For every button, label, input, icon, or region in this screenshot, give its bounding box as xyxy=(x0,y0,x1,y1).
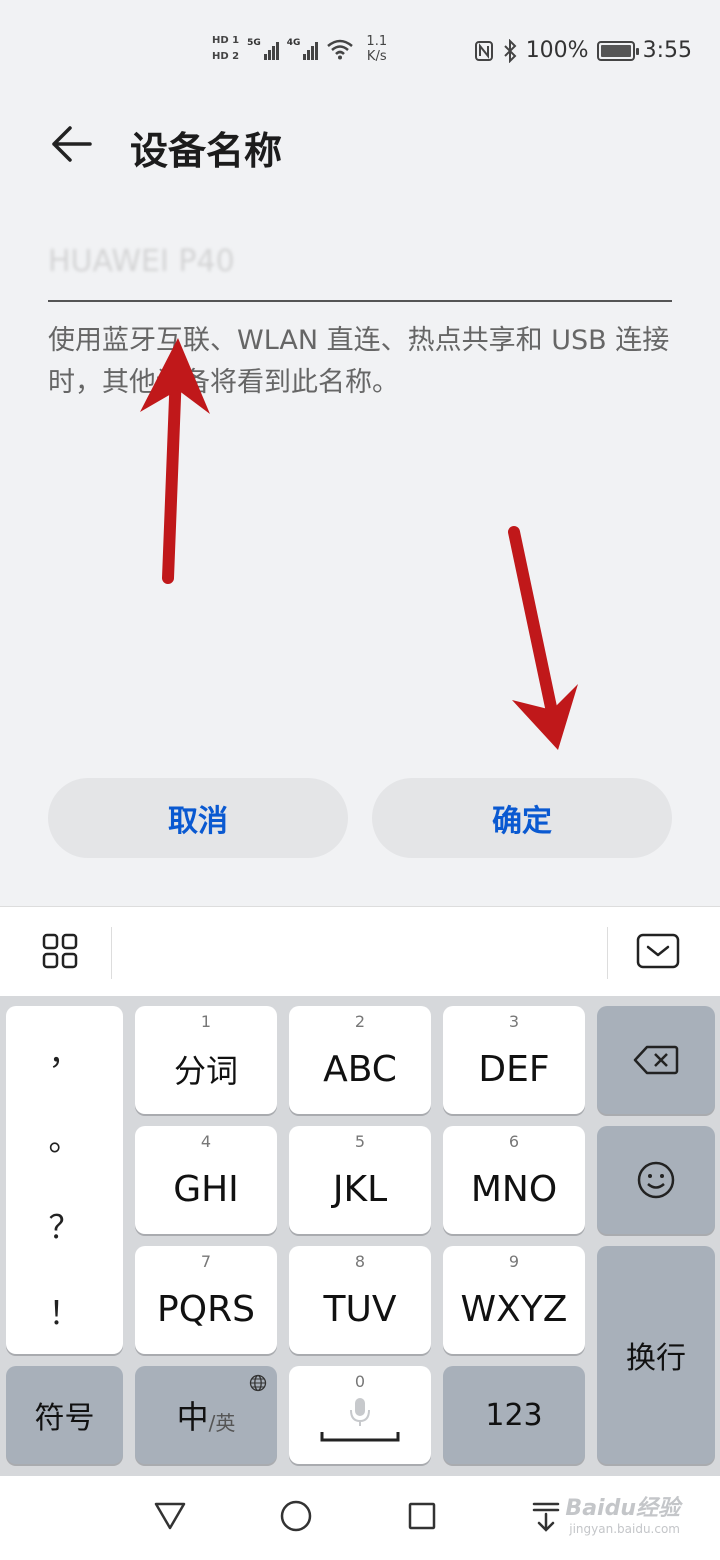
navigation-bar: Baidu经验 jingyan.baidu.com xyxy=(0,1476,720,1560)
keyboard: ， 。 ？ ！ 1 分词 2 ABC 3 DEF 4 GHI 5 JKL 6 MNO 7P xyxy=(0,996,720,1476)
backspace-key[interactable] xyxy=(597,1006,715,1114)
hint-text: 使用蓝牙互联、WLAN 直连、热点共享和 USB 连接时，其他设备将看到此名称。 xyxy=(48,325,670,398)
battery-percent: 100% xyxy=(525,38,589,63)
punct-question-key[interactable]: ？ xyxy=(6,1202,123,1248)
page-title: 设备名称 xyxy=(130,129,283,173)
sim1-badge: HD 1 xyxy=(212,35,240,46)
symbols-key[interactable]: 符号 xyxy=(6,1366,123,1464)
punct-exclaim-key[interactable]: ！ xyxy=(6,1288,123,1334)
status-left: HD 1 HD 2 5G 4G 1.1 K/s xyxy=(212,34,387,64)
numeric-mode-key[interactable]: 123 xyxy=(443,1366,585,1464)
signal-5g-icon: 5G xyxy=(247,38,279,60)
key-1[interactable]: 1 分词 xyxy=(135,1006,277,1114)
watermark: Baidu经验 jingyan.baidu.com xyxy=(565,1496,680,1536)
key-8[interactable]: 8 TUV xyxy=(289,1246,431,1354)
smiley-icon xyxy=(637,1161,675,1199)
lang-sub-label: /英 xyxy=(208,1410,236,1435)
keyboard-menu-grid-icon[interactable] xyxy=(42,933,78,969)
clock: 3:55 xyxy=(642,38,692,63)
toolbar-divider xyxy=(111,927,112,979)
key-7[interactable]: 7 PQRS xyxy=(135,1246,277,1354)
language-switch-key[interactable]: 中/英 xyxy=(135,1366,277,1464)
nav-recents-icon[interactable] xyxy=(402,1496,442,1536)
symbols-key-label: 符号 xyxy=(34,1401,95,1436)
microphone-icon xyxy=(350,1398,370,1426)
device-name-value[interactable]: HUAWEI P40 xyxy=(48,232,672,282)
key-4[interactable]: 4 GHI xyxy=(135,1126,277,1234)
app-header: 设备名称 xyxy=(0,100,720,190)
annotation-arrow-down xyxy=(508,526,578,750)
network-speed: 1.1 K/s xyxy=(366,34,388,64)
punct-period-key[interactable]: 。 xyxy=(6,1114,123,1160)
space-bar-icon xyxy=(320,1432,400,1442)
key-3[interactable]: 3 DEF xyxy=(443,1006,585,1114)
nav-keyboard-down-icon[interactable] xyxy=(526,1496,566,1536)
backspace-icon xyxy=(633,1045,679,1075)
nfc-icon xyxy=(474,40,493,61)
status-bar: HD 1 HD 2 5G 4G 1.1 K/s 100% 3:55 xyxy=(0,0,720,100)
confirm-button[interactable]: 确定 xyxy=(372,778,672,858)
numeric-mode-label: 123 xyxy=(485,1397,543,1433)
key-9[interactable]: 9 WXYZ xyxy=(443,1246,585,1354)
punctuation-column[interactable]: ， 。 ？ ！ xyxy=(6,1006,123,1354)
back-arrow-icon[interactable] xyxy=(46,118,98,170)
signal-4g-icon: 4G xyxy=(287,38,319,60)
enter-key-label: 换行 xyxy=(626,1341,686,1376)
key-2[interactable]: 2 ABC xyxy=(289,1006,431,1114)
nav-back-icon[interactable] xyxy=(150,1496,190,1536)
bluetooth-icon xyxy=(503,38,517,63)
cancel-button[interactable]: 取消 xyxy=(48,778,348,858)
toolbar-divider xyxy=(607,927,608,979)
sim2-badge: HD 2 xyxy=(212,51,240,62)
key-5[interactable]: 5 JKL xyxy=(289,1126,431,1234)
nav-home-icon[interactable] xyxy=(276,1496,316,1536)
keyboard-toolbar xyxy=(0,906,720,996)
lang-main-label: 中 xyxy=(176,1398,209,1436)
space-key[interactable]: 0 xyxy=(289,1366,431,1464)
wifi-icon xyxy=(327,39,354,60)
battery-icon xyxy=(596,40,639,61)
device-name-field[interactable]: HUAWEI P40 xyxy=(48,232,672,302)
punct-comma-key[interactable]: ， xyxy=(6,1028,123,1074)
enter-key[interactable]: 换行 xyxy=(597,1246,715,1464)
globe-icon xyxy=(249,1374,267,1392)
status-right: 100% 3:55 xyxy=(474,38,692,63)
emoji-key[interactable] xyxy=(597,1126,715,1234)
hide-keyboard-icon[interactable] xyxy=(636,933,680,969)
key-6[interactable]: 6 MNO xyxy=(443,1126,585,1234)
